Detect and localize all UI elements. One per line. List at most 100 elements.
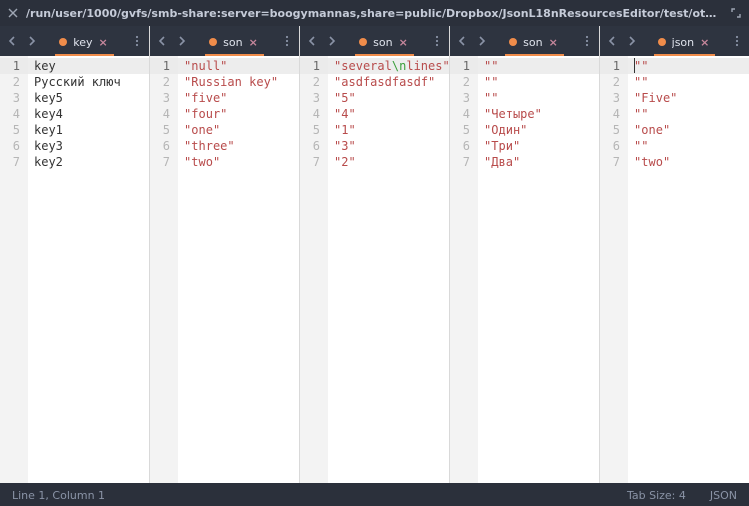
line-number: 5: [308, 122, 320, 138]
line-number: 2: [608, 74, 620, 90]
line-number: 3: [608, 90, 620, 106]
code-content[interactable]: "null""Russian key""five""four""one""thr…: [178, 56, 299, 483]
line-number: 3: [8, 90, 20, 106]
chevron-left-icon: [7, 36, 17, 46]
tab-menu-button[interactable]: [727, 26, 747, 56]
code-editor[interactable]: 1234567keyРусский ключkey5key4key1key3ke…: [0, 56, 149, 483]
tab-next-button[interactable]: [322, 26, 342, 56]
tab-next-button[interactable]: [472, 26, 492, 56]
line-number: 7: [158, 154, 170, 170]
code-line: "one": [634, 122, 749, 138]
line-number: 6: [608, 138, 620, 154]
kebab-icon: [282, 35, 292, 47]
code-line: "Один": [484, 122, 599, 138]
line-number: 3: [458, 90, 470, 106]
line-number-gutter: 1234567: [150, 56, 178, 483]
tab-prev-button[interactable]: [452, 26, 472, 56]
code-line: "1": [334, 122, 449, 138]
code-line: "3": [334, 138, 449, 154]
code-line: "2": [334, 154, 449, 170]
window-title: /run/user/1000/gvfs/smb-share:server=boo…: [26, 7, 723, 20]
line-number: 6: [8, 138, 20, 154]
file-tab-label: son: [373, 36, 392, 49]
tab-close-button[interactable]: ×: [700, 36, 709, 49]
window-close-button[interactable]: [6, 6, 20, 20]
dirty-indicator-icon: [209, 38, 217, 46]
line-number: 2: [458, 74, 470, 90]
chevron-left-icon: [607, 36, 617, 46]
line-number: 6: [308, 138, 320, 154]
chevron-right-icon: [177, 36, 187, 46]
code-line: "null": [184, 58, 299, 74]
tab-close-button[interactable]: ×: [249, 36, 258, 49]
tab-close-button[interactable]: ×: [99, 36, 108, 49]
line-number: 1: [150, 58, 178, 74]
editor-pane: json×1234567"""""Five""""one""""two": [600, 26, 749, 483]
file-tab[interactable]: son×: [205, 30, 264, 56]
code-line: "three": [184, 138, 299, 154]
file-tab[interactable]: son ×: [355, 30, 414, 56]
close-icon: [8, 8, 18, 18]
tab-menu-button[interactable]: [427, 26, 447, 56]
line-number: 6: [458, 138, 470, 154]
tab-next-button[interactable]: [622, 26, 642, 56]
line-number: 6: [158, 138, 170, 154]
status-tab-size[interactable]: Tab Size: 4: [627, 489, 686, 502]
editor-pane: son × 1234567"several\nlines""asdfasdfasdf…: [300, 26, 450, 483]
code-editor[interactable]: 1234567"null""Russian key""five""four""o…: [150, 56, 299, 483]
code-line: key1: [34, 122, 149, 138]
maximize-icon: [731, 8, 741, 18]
line-number: 7: [608, 154, 620, 170]
tab-next-button[interactable]: [22, 26, 42, 56]
tab-prev-button[interactable]: [152, 26, 172, 56]
file-tab[interactable]: son×: [505, 30, 564, 56]
tab-menu-button[interactable]: [277, 26, 297, 56]
tab-prev-button[interactable]: [2, 26, 22, 56]
tab-prev-button[interactable]: [302, 26, 322, 56]
file-tab[interactable]: key×: [55, 30, 113, 56]
tab-prev-button[interactable]: [602, 26, 622, 56]
code-line: "one": [184, 122, 299, 138]
code-line: key: [34, 58, 149, 74]
code-editor[interactable]: 1234567"""""Five""""one""""two": [600, 56, 749, 483]
status-syntax[interactable]: JSON: [710, 489, 737, 502]
chevron-right-icon: [27, 36, 37, 46]
code-line: "two": [184, 154, 299, 170]
code-line: "4": [334, 106, 449, 122]
code-line: "Два": [484, 154, 599, 170]
tab-close-button[interactable]: ×: [399, 36, 408, 49]
code-editor[interactable]: 1234567"several\nlines""asdfasdfasdf""5"…: [300, 56, 449, 483]
line-number: 7: [8, 154, 20, 170]
dirty-indicator-icon: [359, 38, 367, 46]
line-number-gutter: 1234567: [0, 56, 28, 483]
tab-menu-button[interactable]: [577, 26, 597, 56]
kebab-icon: [732, 35, 742, 47]
window-maximize-button[interactable]: [729, 6, 743, 20]
editor-split-panes: key×1234567keyРусский ключkey5key4key1ke…: [0, 26, 749, 484]
code-content[interactable]: keyРусский ключkey5key4key1key3key2: [28, 56, 149, 483]
chevron-right-icon: [627, 36, 637, 46]
tab-next-button[interactable]: [172, 26, 192, 56]
tab-menu-button[interactable]: [127, 26, 147, 56]
line-number: 7: [308, 154, 320, 170]
line-number: 5: [158, 122, 170, 138]
status-position[interactable]: Line 1, Column 1: [12, 489, 105, 502]
file-tab[interactable]: json×: [654, 30, 716, 56]
code-line: "Четыре": [484, 106, 599, 122]
code-editor[interactable]: 1234567"""""""Четыре""Один""Три""Два": [450, 56, 599, 483]
code-content[interactable]: """""""Четыре""Один""Три""Два": [478, 56, 599, 483]
editor-pane: son×1234567"""""""Четыре""Один""Три""Два…: [450, 26, 600, 483]
code-content[interactable]: """""Five""""one""""two": [628, 56, 749, 483]
chevron-right-icon: [327, 36, 337, 46]
code-content[interactable]: "several\nlines""asdfasdfasdf""5""4""1""…: [328, 56, 449, 483]
code-line: "five": [184, 90, 299, 106]
kebab-icon: [582, 35, 592, 47]
code-line: "": [634, 58, 749, 74]
text-cursor: [634, 58, 635, 73]
chevron-left-icon: [157, 36, 167, 46]
code-line: "two": [634, 154, 749, 170]
pane-tab-bar: json×: [600, 26, 749, 56]
kebab-icon: [132, 35, 142, 47]
code-line: "": [634, 138, 749, 154]
tab-close-button[interactable]: ×: [549, 36, 558, 49]
